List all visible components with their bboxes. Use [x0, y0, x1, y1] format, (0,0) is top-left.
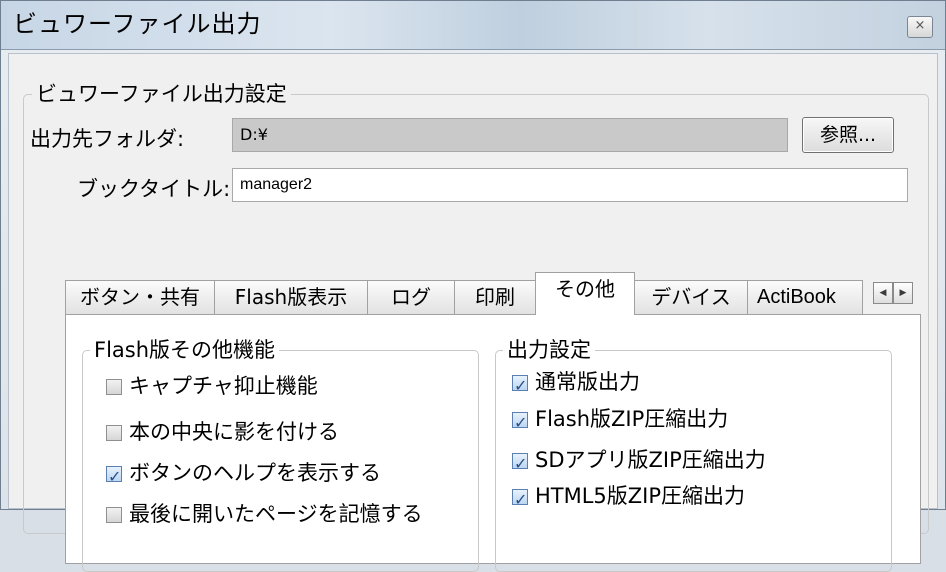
- flash-zip-label: Flash版ZIP圧縮出力: [535, 407, 729, 431]
- center-shadow-label: 本の中央に影を付ける: [129, 420, 339, 444]
- close-icon: ×: [914, 18, 926, 33]
- center-shadow-checkbox[interactable]: 本の中央に影を付ける: [106, 417, 339, 447]
- checkbox-icon[interactable]: [512, 449, 528, 479]
- checkbox-icon[interactable]: [512, 371, 528, 401]
- capture-prevention-label: キャプチャ抑止機能: [129, 374, 318, 398]
- book-title-label: ブックタイトル:: [77, 177, 231, 201]
- html5-zip-checkbox[interactable]: HTML5版ZIP圧縮出力: [512, 481, 746, 515]
- browse-button[interactable]: 参照...: [802, 117, 894, 153]
- button-help-checkbox[interactable]: ボタンのヘルプを表示する: [106, 458, 381, 492]
- viewer-file-output-window: ビュワーファイル出力 × ビュワーファイル出力設定 出力先フォルダ: D:¥ 参…: [0, 0, 946, 572]
- settings-group-title: ビュワーファイル出力設定: [32, 81, 291, 107]
- flash-features-title: Flash版その他機能: [90, 337, 280, 363]
- sd-app-zip-checkbox[interactable]: SDアプリ版ZIP圧縮出力: [512, 445, 766, 479]
- book-title-input[interactable]: manager2: [232, 168, 908, 202]
- tab-print[interactable]: 印刷: [454, 280, 536, 314]
- dialog-client-area: ビュワーファイル出力設定 出力先フォルダ: D:¥ 参照... ブックタイトル:…: [8, 53, 938, 572]
- checkbox-icon[interactable]: [106, 379, 122, 395]
- window-title: ビュワーファイル出力: [13, 10, 262, 38]
- output-settings-title: 出力設定: [503, 337, 595, 363]
- flash-zip-checkbox[interactable]: Flash版ZIP圧縮出力: [512, 404, 729, 438]
- checkbox-icon[interactable]: [106, 462, 122, 492]
- tab-log[interactable]: ログ: [367, 280, 455, 314]
- output-folder-field[interactable]: D:¥: [232, 118, 788, 152]
- tab-device[interactable]: デバイス: [634, 280, 748, 314]
- capture-prevention-checkbox[interactable]: キャプチャ抑止機能: [106, 371, 318, 401]
- tab-button-share[interactable]: ボタン・共有: [65, 280, 215, 314]
- tab-scroll-right-button[interactable]: ▶: [893, 282, 913, 304]
- html5-zip-label: HTML5版ZIP圧縮出力: [535, 484, 746, 508]
- output-folder-label: 出力先フォルダ:: [30, 127, 185, 151]
- remember-last-page-checkbox[interactable]: 最後に開いたページを記憶する: [106, 499, 423, 529]
- tab-actibook[interactable]: ActiBook: [747, 280, 863, 314]
- normal-output-checkbox[interactable]: 通常版出力: [512, 367, 640, 401]
- title-bar[interactable]: ビュワーファイル出力 ×: [1, 1, 945, 50]
- right-arrow-icon: ▶: [899, 288, 907, 298]
- button-help-label: ボタンのヘルプを表示する: [129, 461, 381, 485]
- tab-flash-display[interactable]: Flash版表示: [214, 280, 368, 314]
- tab-scroll-left-button[interactable]: ◀: [873, 282, 893, 304]
- checkbox-icon[interactable]: [106, 507, 122, 523]
- checkbox-icon[interactable]: [512, 485, 528, 515]
- checkbox-icon[interactable]: [106, 425, 122, 441]
- checkbox-icon[interactable]: [512, 408, 528, 438]
- settings-tabs: ボタン・共有 Flash版表示 ログ 印刷 その他 デバイス ActiBook …: [65, 272, 917, 315]
- close-button[interactable]: ×: [907, 16, 933, 38]
- left-arrow-icon: ◀: [879, 288, 887, 298]
- sd-app-zip-label: SDアプリ版ZIP圧縮出力: [535, 448, 766, 472]
- tab-other[interactable]: その他: [535, 272, 635, 315]
- tab-panel-other: Flash版その他機能 キャプチャ抑止機能 本の中央に影を付ける ボタンのヘルプ…: [65, 314, 921, 572]
- normal-output-label: 通常版出力: [535, 370, 640, 394]
- remember-last-page-label: 最後に開いたページを記憶する: [129, 502, 423, 526]
